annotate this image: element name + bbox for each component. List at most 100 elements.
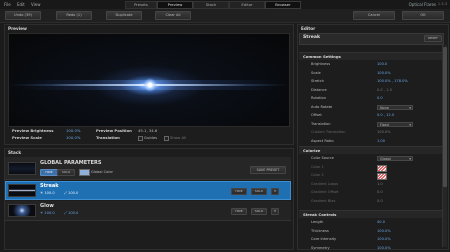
- app-title: Optical Flares: [408, 2, 436, 7]
- glow-solo-button[interactable]: SOLO: [251, 208, 267, 215]
- param-value[interactable]: 0.0: [377, 95, 383, 102]
- guides-check-icon: [138, 135, 143, 141]
- glow-thumbnail: [8, 204, 36, 217]
- param-value[interactable]: 100.0%: [377, 70, 391, 77]
- tab-editor[interactable]: Editor: [229, 1, 265, 9]
- param-row-offset[interactable]: Offset 0.0 , 12.0: [303, 112, 441, 119]
- param-row-color-1[interactable]: Color 1: [303, 164, 441, 172]
- param-row-color-2[interactable]: Color 2: [303, 172, 441, 180]
- param-row-symmetry[interactable]: Symmetry 100.0%: [303, 245, 441, 252]
- param-row-length[interactable]: Length 40.0: [303, 219, 441, 226]
- redo-button[interactable]: Redo (1): [56, 11, 92, 20]
- param-label: Color 1: [311, 164, 324, 169]
- global-hide-button[interactable]: HIDE: [40, 169, 58, 176]
- preview-brightness-value[interactable]: 100.0%: [66, 128, 80, 133]
- param-value[interactable]: 0.0: [377, 198, 383, 205]
- tab-presets[interactable]: Presets: [125, 1, 157, 9]
- guides-checkbox[interactable]: Guides: [138, 135, 157, 141]
- duplicate-button[interactable]: Duplicate: [106, 11, 142, 20]
- param-row-translation[interactable]: Translation Fixed: [303, 121, 441, 128]
- param-value[interactable]: 1.00: [377, 138, 385, 145]
- param-value[interactable]: 0.0: [377, 189, 383, 196]
- tab-browser[interactable]: Browser: [265, 1, 301, 9]
- streak-hide-button[interactable]: HIDE: [231, 188, 247, 195]
- param-value[interactable]: 100.0%: [377, 228, 391, 235]
- param-label: Custom Translation: [311, 130, 346, 134]
- preview-title: Preview: [8, 26, 27, 31]
- param-row-gradient-offset[interactable]: Gradient Offset 0.0: [303, 189, 441, 196]
- param-row-auto-rotate[interactable]: Auto Rotate None: [303, 104, 441, 111]
- param-row-aspect-ratio[interactable]: Aspect Ratio 1.00: [303, 138, 441, 145]
- global-color-label: Global Color: [91, 170, 113, 174]
- tab-stack[interactable]: Stack: [193, 1, 229, 9]
- param-row-rotation[interactable]: Rotation 0.0: [303, 95, 441, 102]
- color-swatch[interactable]: [377, 173, 387, 180]
- colorize-header[interactable]: Colorize: [299, 146, 446, 154]
- glow-hide-button[interactable]: HIDE: [231, 208, 247, 215]
- common-settings-header[interactable]: Common Settings: [299, 52, 446, 60]
- cancel-button[interactable]: Cancel: [353, 11, 395, 20]
- param-dropdown[interactable]: Global: [377, 156, 413, 162]
- param-row-color-source[interactable]: Color Source Global: [303, 155, 441, 162]
- param-row-gradient-bias[interactable]: Gradient Bias 0.0: [303, 198, 441, 205]
- global-solo-button[interactable]: SOLO: [57, 169, 75, 176]
- ok-button[interactable]: OK: [402, 11, 444, 20]
- param-label: Auto Rotate: [311, 104, 333, 109]
- param-row-stretch[interactable]: Stretch 100.0% , 178.0%: [303, 78, 441, 85]
- preview-position-value[interactable]: 45.1, 34.6: [138, 128, 157, 133]
- param-label: Gradient Bias: [311, 198, 336, 203]
- param-label: Color 2: [311, 173, 324, 177]
- param-row-thickness[interactable]: Thickness 100.0%: [303, 228, 441, 235]
- param-value[interactable]: 0.0 , 12.0: [377, 112, 394, 119]
- menu-edit[interactable]: Edit: [17, 0, 25, 9]
- undo-button[interactable]: Undo (39): [5, 11, 41, 20]
- streak-delete-icon[interactable]: ✕: [271, 188, 279, 195]
- param-dropdown[interactable]: Fixed: [377, 121, 413, 128]
- glow-scale[interactable]: ⤢ 100.0: [64, 211, 78, 215]
- editor-scrollbar[interactable]: [442, 45, 447, 247]
- param-value[interactable]: 1.0: [377, 181, 383, 188]
- param-label: Color Source: [311, 156, 334, 160]
- glow-delete-icon[interactable]: ✕: [271, 208, 279, 215]
- param-row-gradient-loops[interactable]: Gradient Loops 1.0: [303, 181, 441, 188]
- menu-view[interactable]: View: [31, 0, 41, 9]
- param-value[interactable]: 100.0: [377, 61, 387, 68]
- preview-scale-value[interactable]: 100.0%: [66, 135, 80, 140]
- preview-viewport[interactable]: [8, 33, 290, 127]
- streak-layer-name: Streak: [40, 183, 59, 189]
- glow-brightness[interactable]: ☀ 100.0: [40, 211, 55, 215]
- show-all-checkbox[interactable]: Show All: [164, 135, 186, 141]
- param-row-brightness[interactable]: Brightness 100.0: [303, 61, 441, 68]
- param-label: Brightness: [311, 62, 331, 66]
- guides-label: Guides: [144, 135, 158, 140]
- reset-button[interactable]: RESET: [424, 35, 442, 42]
- param-row-scale[interactable]: Scale 100.0%: [303, 70, 441, 77]
- menu-file[interactable]: File: [4, 0, 11, 9]
- streak-controls-header[interactable]: Streak Controls: [299, 210, 446, 218]
- color-swatch[interactable]: [377, 164, 387, 172]
- tab-preview[interactable]: Preview: [157, 1, 193, 9]
- streak-solo-button[interactable]: SOLO: [251, 188, 267, 195]
- editor-scrollbar-thumb[interactable]: [443, 47, 447, 187]
- param-value[interactable]: 0.0 , 1.0: [377, 87, 392, 94]
- app-version: 1.3.3: [437, 2, 447, 6]
- clear-all-button[interactable]: Clear All: [155, 11, 191, 20]
- editor-title: Editor: [301, 26, 316, 31]
- global-color-swatch[interactable]: [79, 169, 90, 176]
- param-value[interactable]: 100.0%: [377, 129, 391, 136]
- param-row-core-intensity[interactable]: Core Intensity 100.0%: [303, 236, 441, 243]
- save-preset-button[interactable]: SAVE PRESET: [250, 166, 286, 174]
- streak-scale[interactable]: ⤢ 100.0: [64, 191, 78, 195]
- param-row-custom-translation[interactable]: Custom Translation 100.0%: [303, 129, 441, 136]
- param-value[interactable]: 100.0%: [377, 245, 391, 252]
- global-thumbnail: [8, 162, 36, 175]
- param-value[interactable]: 40.0: [377, 219, 385, 226]
- streak-scale-value: 100.0: [68, 191, 79, 195]
- param-value[interactable]: 100.0%: [377, 236, 391, 243]
- param-label: Stretch: [311, 79, 324, 83]
- param-value[interactable]: 100.0% , 178.0%: [377, 78, 408, 85]
- glow-layer-name: Glow: [40, 203, 54, 209]
- param-row-distance[interactable]: Distance 0.0 , 1.0: [303, 87, 441, 94]
- param-dropdown[interactable]: None: [377, 104, 413, 111]
- streak-brightness[interactable]: ☀ 100.0: [40, 191, 55, 195]
